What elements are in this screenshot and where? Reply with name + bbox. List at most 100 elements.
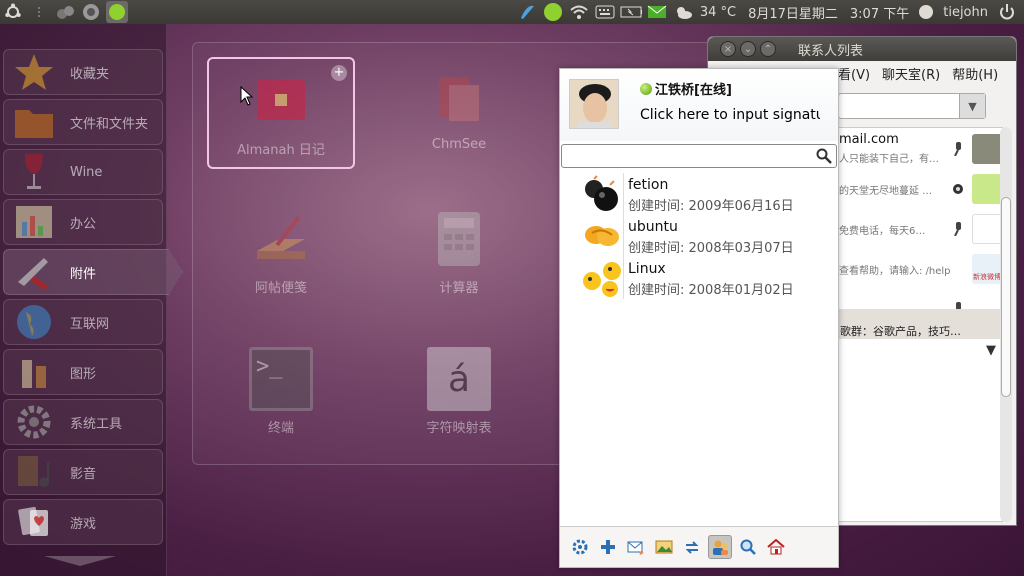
mouse-cursor-icon bbox=[240, 86, 254, 106]
contact-row[interactable]: 的天堂无尽地蔓延 … bbox=[839, 170, 1004, 210]
terminal-prompt: >_ bbox=[256, 354, 283, 379]
contacts-icon[interactable] bbox=[708, 535, 732, 559]
diary-icon bbox=[249, 69, 313, 133]
category-label: 系统工具 bbox=[70, 416, 123, 432]
weather-icon[interactable] bbox=[672, 1, 694, 23]
app-almanah[interactable]: + Almanah 日记 bbox=[207, 57, 355, 169]
divider bbox=[623, 215, 624, 257]
contact-row[interactable]: 免费电话，每天6… bbox=[839, 210, 1004, 250]
smiley-group-icon bbox=[583, 262, 621, 297]
category-files[interactable]: 文件和文件夹 bbox=[3, 99, 163, 145]
app-chmsee[interactable]: ChmSee bbox=[385, 57, 533, 169]
panel-username[interactable]: tiejohn bbox=[943, 5, 988, 20]
menu-view[interactable]: 看(V) bbox=[838, 64, 870, 83]
weibo-icon: 新浪微博 bbox=[972, 254, 1002, 284]
app-charmap[interactable]: á 字符映射表 bbox=[385, 337, 533, 449]
settings-icon[interactable] bbox=[568, 535, 592, 559]
category-label: 附件 bbox=[70, 266, 97, 282]
user-status: [在线] bbox=[694, 83, 732, 98]
wifi-icon[interactable] bbox=[568, 1, 590, 23]
scrollbar[interactable] bbox=[1000, 127, 1012, 522]
microphone-icon bbox=[954, 142, 961, 156]
user-status-icon[interactable] bbox=[915, 1, 937, 23]
category-label: 影音 bbox=[70, 466, 97, 482]
category-multimedia[interactable]: 影音 bbox=[3, 449, 163, 495]
search-icon[interactable] bbox=[736, 535, 760, 559]
group-name: fetion bbox=[628, 177, 669, 193]
search-icon[interactable] bbox=[816, 148, 832, 164]
accessories-knife-icon bbox=[10, 250, 58, 294]
add-contact-icon[interactable] bbox=[596, 535, 620, 559]
add-favorite-icon[interactable]: + bbox=[331, 65, 347, 81]
category-accessories[interactable]: 附件 bbox=[3, 249, 183, 295]
contact-row[interactable]: mail.com 人只能装下自己，有… bbox=[839, 130, 1004, 170]
scroll-down-arrow-icon[interactable] bbox=[44, 556, 116, 566]
category-label: 收藏夹 bbox=[70, 66, 110, 82]
user-name: 江铁桥 bbox=[655, 83, 695, 98]
minimize-icon[interactable]: ⌄ bbox=[740, 41, 756, 57]
list-item[interactable]: Linux 创建时间: 2008年01月02日 bbox=[560, 257, 838, 299]
group-created: 创建时间: 2009年06月16日 bbox=[628, 199, 794, 214]
contact-row[interactable]: 查看帮助，请输入: /help 新浪微博 bbox=[839, 250, 1004, 290]
app-terminal[interactable]: >_ 终端 bbox=[207, 337, 355, 449]
character-map-icon: á bbox=[427, 347, 491, 411]
window-titlebar[interactable]: × ⌄ ⌃ 联系人列表 bbox=[708, 37, 1016, 61]
ubuntu-logo-icon[interactable] bbox=[2, 1, 24, 23]
menu-help[interactable]: 帮助(H) bbox=[952, 64, 998, 83]
sync-icon[interactable] bbox=[680, 535, 704, 559]
keyboard-icon[interactable] bbox=[594, 1, 616, 23]
category-internet[interactable]: 互联网 bbox=[3, 299, 163, 345]
office-chart-icon bbox=[10, 200, 58, 244]
online-status-icon bbox=[640, 82, 652, 95]
expand-arrow-icon[interactable]: ▼ bbox=[986, 343, 996, 358]
status-combo[interactable]: ▼ bbox=[838, 93, 986, 119]
category-games[interactable]: 游戏 bbox=[3, 499, 163, 545]
category-label: 游戏 bbox=[70, 516, 97, 532]
fetion-status-icon[interactable] bbox=[542, 1, 564, 23]
category-office[interactable]: 办公 bbox=[3, 199, 163, 245]
app-calculator[interactable]: 计算器 bbox=[385, 197, 533, 309]
battery-icon[interactable] bbox=[620, 1, 642, 23]
top-panel: 34 °C 8月17日星期二 3:07 下午 tiejohn bbox=[0, 0, 1024, 24]
category-favorites[interactable]: 收藏夹 bbox=[3, 49, 163, 95]
category-label: 办公 bbox=[70, 216, 97, 232]
group-row[interactable]: 歌群：谷歌产品，技巧… bbox=[838, 309, 1003, 339]
contact-search-input[interactable] bbox=[561, 144, 837, 168]
user-name-line[interactable]: 江铁桥 [在线] bbox=[640, 79, 732, 98]
note-pen-icon bbox=[249, 207, 313, 271]
list-item[interactable]: fetion 创建时间: 2009年06月16日 bbox=[560, 173, 838, 215]
app-note[interactable]: 阿帖便笺 bbox=[207, 197, 355, 309]
panel-date[interactable]: 8月17日星期二 bbox=[748, 3, 838, 22]
power-icon[interactable] bbox=[996, 1, 1018, 23]
home-icon[interactable] bbox=[764, 535, 788, 559]
scrollbar-thumb[interactable] bbox=[1001, 197, 1011, 397]
signature-field[interactable]: Click here to input signature bbox=[640, 107, 820, 123]
panel-clock[interactable]: 3:07 下午 bbox=[850, 3, 909, 22]
send-message-icon[interactable] bbox=[624, 535, 648, 559]
mail-icon[interactable] bbox=[646, 1, 668, 23]
close-icon[interactable]: × bbox=[720, 41, 736, 57]
dropdown-arrow-icon[interactable]: ▼ bbox=[959, 94, 985, 118]
app-label: 计算器 bbox=[439, 281, 479, 296]
app-indicator-gray-icon[interactable] bbox=[54, 1, 76, 23]
contact-signature: 查看帮助，请输入: /help bbox=[839, 266, 951, 277]
fetion-tray-icon[interactable] bbox=[106, 1, 128, 23]
separator-icon bbox=[28, 1, 50, 23]
playing-cards-icon bbox=[10, 500, 58, 544]
feather-app-icon[interactable] bbox=[516, 1, 538, 23]
maximize-icon[interactable]: ⌃ bbox=[760, 41, 776, 57]
user-avatar[interactable] bbox=[569, 79, 619, 129]
category-graphics[interactable]: 图形 bbox=[3, 349, 163, 395]
category-wine[interactable]: Wine bbox=[3, 149, 163, 195]
app-label: ChmSee bbox=[431, 137, 487, 152]
category-label: 图形 bbox=[70, 366, 97, 382]
weather-temperature[interactable]: 34 °C bbox=[700, 5, 736, 20]
list-item[interactable]: ubuntu 创建时间: 2008年03月07日 bbox=[560, 215, 838, 257]
category-system-tools[interactable]: 系统工具 bbox=[3, 399, 163, 445]
handshake-icon bbox=[585, 226, 619, 246]
photo-icon[interactable] bbox=[652, 535, 676, 559]
category-label: 互联网 bbox=[70, 316, 110, 332]
media-player-icon[interactable] bbox=[80, 1, 102, 23]
contact-avatar bbox=[972, 134, 1002, 164]
menu-chatroom[interactable]: 聊天室(R) bbox=[882, 64, 940, 83]
